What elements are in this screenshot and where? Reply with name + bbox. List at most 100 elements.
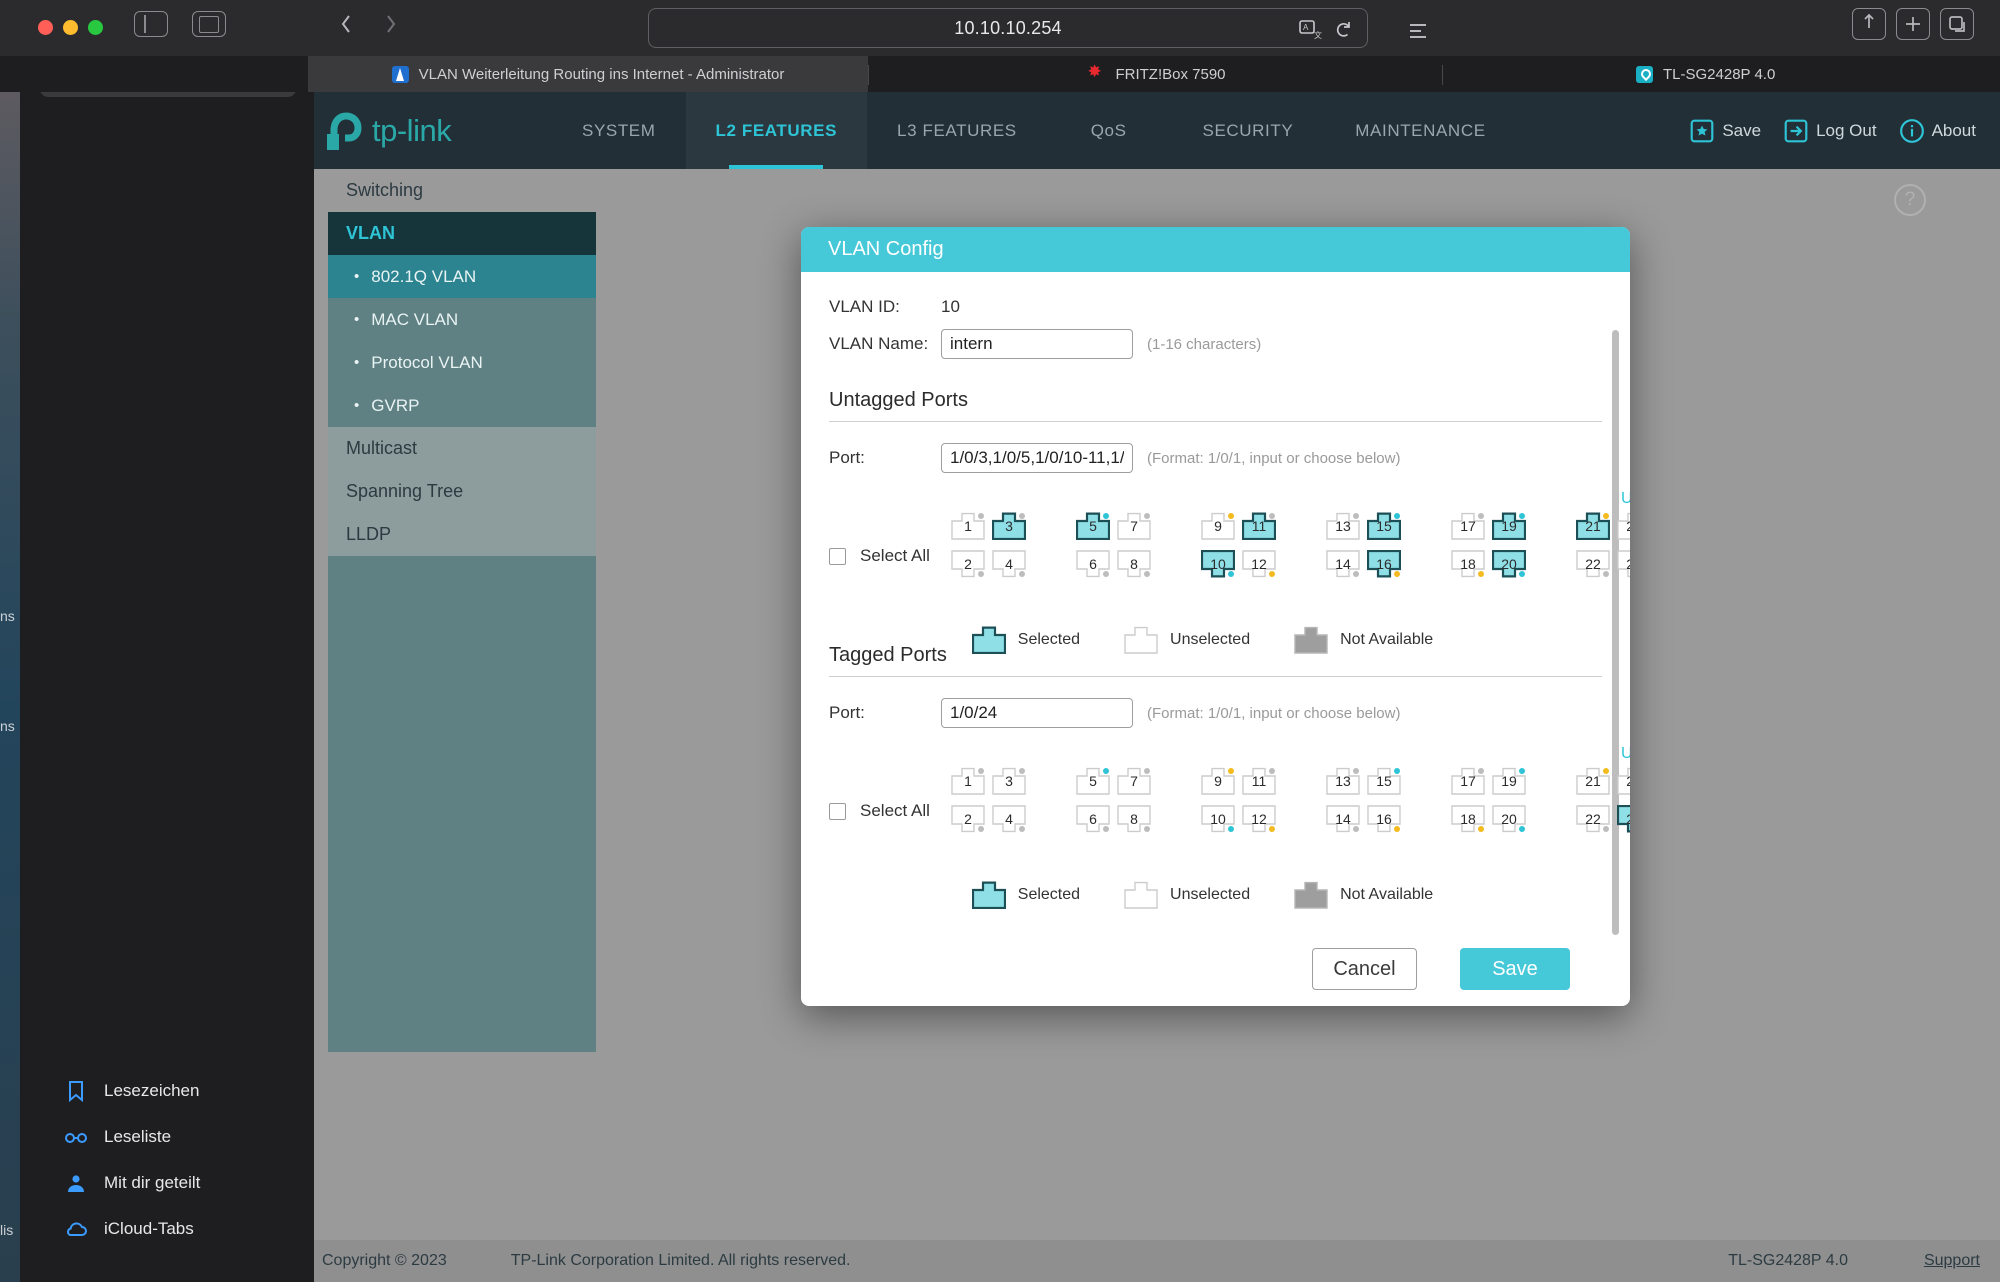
back-icon[interactable] [328, 8, 364, 40]
nav-security[interactable]: SECURITY [1171, 92, 1326, 169]
port-15[interactable]: 15 [1367, 767, 1401, 795]
tagged-port-input[interactable] [941, 698, 1133, 728]
port-1[interactable]: 1 [951, 512, 985, 540]
tab-group-icon[interactable] [1940, 8, 1974, 40]
save-button[interactable]: Save [1681, 118, 1769, 144]
port-11[interactable]: 11 [1242, 767, 1276, 795]
port-23[interactable]: 23 [1617, 767, 1630, 795]
port-8[interactable]: 8 [1117, 550, 1151, 578]
tagged-unit1-label[interactable]: UNIT1 [1621, 745, 1630, 763]
port-17[interactable]: 17 [1451, 767, 1485, 795]
tagged-select-all-checkbox[interactable] [829, 802, 846, 820]
port-17[interactable]: 17 [1451, 512, 1485, 540]
port-16[interactable]: 16 [1366, 549, 1402, 578]
port-12[interactable]: 12 [1242, 805, 1276, 833]
nav-l2-features[interactable]: L2 FEATURES [685, 92, 868, 169]
port-7[interactable]: 7 [1117, 767, 1151, 795]
port-2[interactable]: 2 [951, 805, 985, 833]
port-1[interactable]: 1 [951, 767, 985, 795]
sidebar-toggle-icon[interactable] [134, 11, 168, 37]
tagged-select-all[interactable]: Select All [829, 801, 930, 821]
port-8[interactable]: 8 [1117, 805, 1151, 833]
browser-tab-tplink[interactable]: TL-SG2428P 4.0 [1446, 56, 1986, 92]
port-9[interactable]: 9 [1201, 767, 1235, 795]
logout-button[interactable]: Log Out [1775, 118, 1885, 144]
port-9[interactable]: 9 [1201, 512, 1235, 540]
port-11[interactable]: 11 [1241, 512, 1277, 541]
help-icon[interactable]: ? [1894, 184, 1926, 216]
nav-l3-features[interactable]: L3 FEATURES [867, 92, 1047, 169]
nav-qos[interactable]: QoS [1047, 92, 1171, 169]
port-18[interactable]: 18 [1451, 550, 1485, 578]
maximize-window-button[interactable] [88, 20, 103, 35]
cancel-button[interactable]: Cancel [1312, 948, 1417, 990]
port-6[interactable]: 6 [1076, 550, 1110, 578]
menu-item-mac-vlan[interactable]: • MAC VLAN [328, 298, 596, 341]
port-22[interactable]: 22 [1576, 805, 1610, 833]
untagged-unit1-label[interactable]: UNIT1 [1621, 490, 1630, 508]
port-4[interactable]: 4 [992, 805, 1026, 833]
menu-item-spanning-tree[interactable]: Spanning Tree [328, 470, 596, 513]
port-15[interactable]: 15 [1366, 512, 1402, 541]
reader-view-icon[interactable] [1410, 24, 1426, 42]
tab-overview-icon[interactable] [192, 11, 226, 37]
translate-icon[interactable]: A文 [1299, 20, 1323, 40]
port-7[interactable]: 7 [1117, 512, 1151, 540]
minimize-window-button[interactable] [63, 20, 78, 35]
untagged-select-all-checkbox[interactable] [829, 547, 846, 565]
sidebar-item-bookmarks[interactable]: Lesezeichen [20, 1068, 314, 1114]
close-window-button[interactable] [38, 20, 53, 35]
untagged-select-all[interactable]: Select All [829, 546, 930, 566]
port-16[interactable]: 16 [1367, 805, 1401, 833]
nav-system[interactable]: SYSTEM [552, 92, 686, 169]
port-3[interactable]: 3 [992, 767, 1026, 795]
port-21[interactable]: 21 [1576, 767, 1610, 795]
modal-save-button[interactable]: Save [1460, 948, 1570, 990]
menu-item-gvrp[interactable]: • GVRP [328, 384, 596, 427]
port-20[interactable]: 20 [1491, 549, 1527, 578]
port-13[interactable]: 13 [1326, 767, 1360, 795]
footer-support-link[interactable]: Support [1924, 1252, 1980, 1270]
forward-icon[interactable] [372, 8, 408, 40]
port-21[interactable]: 21 [1575, 512, 1611, 541]
menu-item-vlan[interactable]: VLAN [328, 212, 596, 255]
port-18[interactable]: 18 [1451, 805, 1485, 833]
port-19[interactable]: 19 [1492, 767, 1526, 795]
port-6[interactable]: 6 [1076, 805, 1110, 833]
port-4[interactable]: 4 [992, 550, 1026, 578]
sidebar-item-reading-list[interactable]: Leseliste [20, 1114, 314, 1160]
browser-tab-fritzbox[interactable]: FRITZ!Box 7590 [872, 56, 1442, 92]
port-5[interactable]: 5 [1076, 767, 1110, 795]
port-3[interactable]: 3 [991, 512, 1027, 541]
menu-item-protocol-vlan[interactable]: • Protocol VLAN [328, 341, 596, 384]
port-5[interactable]: 5 [1075, 512, 1111, 541]
port-2[interactable]: 2 [951, 550, 985, 578]
share-icon[interactable] [1852, 8, 1886, 40]
nav-maintenance[interactable]: MAINTENANCE [1325, 92, 1515, 169]
menu-item-switching[interactable]: Switching [328, 169, 596, 212]
port-22[interactable]: 22 [1576, 550, 1610, 578]
port-24[interactable]: 24 [1617, 550, 1630, 578]
reload-icon[interactable] [1335, 20, 1353, 40]
browser-tab-vlan[interactable]: VLAN Weiterleitung Routing ins Internet … [308, 56, 868, 92]
address-bar[interactable]: 10.10.10.254 A文 [648, 8, 1368, 48]
untagged-port-input[interactable] [941, 443, 1133, 473]
about-button[interactable]: About [1891, 118, 1984, 144]
port-24[interactable]: 24 [1616, 804, 1630, 833]
vlan-name-input[interactable] [941, 329, 1133, 359]
port-10[interactable]: 10 [1200, 549, 1236, 578]
port-13[interactable]: 13 [1326, 512, 1360, 540]
port-10[interactable]: 10 [1201, 805, 1235, 833]
port-14[interactable]: 14 [1326, 550, 1360, 578]
port-23[interactable]: 23 [1617, 512, 1630, 540]
port-19[interactable]: 19 [1491, 512, 1527, 541]
sidebar-item-icloud-tabs[interactable]: iCloud-Tabs [20, 1206, 314, 1252]
new-tab-icon[interactable] [1896, 8, 1930, 40]
sidebar-item-shared-with-you[interactable]: Mit dir geteilt [20, 1160, 314, 1206]
port-20[interactable]: 20 [1492, 805, 1526, 833]
port-14[interactable]: 14 [1326, 805, 1360, 833]
menu-item-8021q-vlan[interactable]: • 802.1Q VLAN [328, 255, 596, 298]
port-12[interactable]: 12 [1242, 550, 1276, 578]
menu-item-lldp[interactable]: LLDP [328, 513, 596, 556]
menu-item-multicast[interactable]: Multicast [328, 427, 596, 470]
